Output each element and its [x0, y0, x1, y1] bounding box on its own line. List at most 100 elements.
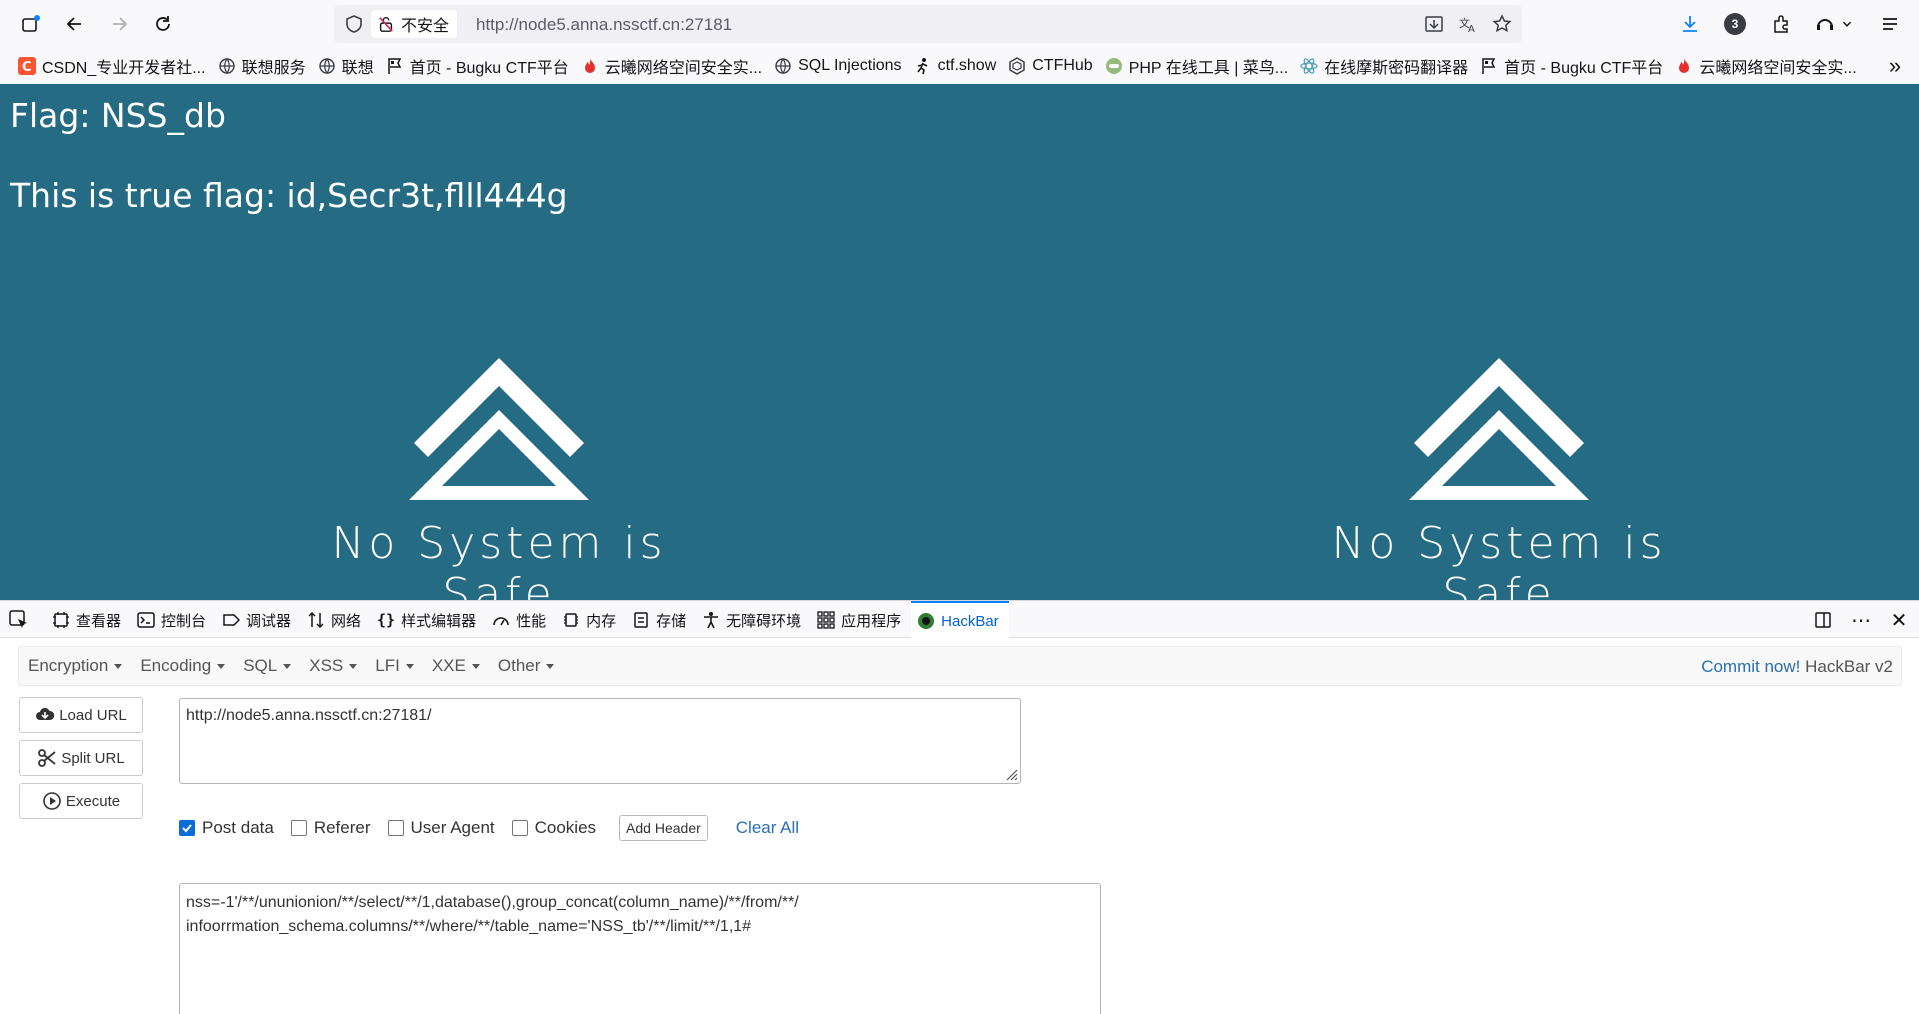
checkbox-unchecked[interactable] [511, 820, 528, 836]
insecure-connection-badge[interactable]: 不安全 [371, 10, 458, 38]
menu-label: Encryption [28, 656, 109, 675]
reload-icon[interactable] [148, 9, 178, 39]
menu-xxe[interactable]: XXE [423, 656, 489, 676]
tracking-shield-icon[interactable] [344, 14, 364, 34]
tab-performance[interactable]: 性能 [486, 601, 556, 639]
forward-icon[interactable] [104, 9, 134, 39]
tab-view-icon[interactable] [16, 9, 46, 39]
bookmark-label: 在线摩斯密码翻译器 [1324, 60, 1469, 77]
chevron-up-logo-icon [409, 358, 589, 500]
memory-icon [562, 611, 580, 629]
checkbox-unchecked[interactable] [387, 820, 404, 836]
flag-icon [386, 57, 404, 75]
tab-memory[interactable]: 内存 [556, 601, 626, 639]
button-label: Execute [65, 792, 121, 810]
extensions-icon[interactable] [1766, 9, 1796, 39]
hexagon-icon [1008, 57, 1026, 75]
post-data-checkbox[interactable]: Post data [179, 818, 274, 838]
bookmark-item[interactable]: CTFHub [1002, 52, 1098, 80]
bookmark-item[interactable]: 云曦网络空间安全实... [575, 52, 768, 80]
hackbar-version: HackBar v2 [1805, 657, 1893, 676]
execute-button[interactable]: Execute [19, 783, 143, 819]
save-page-icon[interactable] [1422, 12, 1446, 36]
nss-logo-right: No System is Safe [1289, 350, 1709, 600]
caret-down-icon [405, 663, 414, 669]
true-flag-text: This is true flag: id,Secr3t,flll444g [10, 176, 568, 215]
element-picker-icon[interactable] [8, 609, 30, 631]
address-bar[interactable]: 不安全 http://node5.anna.nssctf.cn:27181 文A [334, 5, 1522, 43]
menu-encryption[interactable]: Encryption [19, 656, 131, 676]
translate-icon[interactable]: 文A [1456, 12, 1480, 36]
inspector-icon [52, 611, 70, 629]
close-icon[interactable]: ✕ [1887, 608, 1911, 632]
commit-now-link[interactable]: Commit now! [1701, 657, 1800, 676]
tab-style-editor[interactable]: {} 样式编辑器 [371, 601, 486, 639]
post-data-line: nss=-1'/**/ununionion/**/select/**/1,dat… [186, 894, 799, 911]
bookmark-label: 云曦网络空间安全实... [604, 60, 763, 77]
downloads-icon[interactable] [1675, 9, 1705, 39]
bookmark-item[interactable]: 首页 - Bugku CTF平台 [1474, 52, 1669, 80]
cookies-checkbox[interactable]: Cookies [511, 818, 596, 838]
accessibility-icon [702, 611, 720, 629]
url-input[interactable]: http://node5.anna.nssctf.cn:27181/ [179, 698, 1021, 784]
bookmark-item[interactable]: 联想服务 [212, 52, 312, 80]
url-text[interactable]: http://node5.anna.nssctf.cn:27181 [476, 15, 732, 35]
bookmark-star-icon[interactable] [1490, 12, 1514, 36]
resize-handle-icon[interactable] [1004, 767, 1018, 781]
svg-text:C: C [22, 60, 32, 75]
checkbox-checked[interactable] [179, 820, 195, 836]
user-agent-checkbox[interactable]: User Agent [387, 818, 495, 838]
checkbox-unchecked[interactable] [290, 820, 307, 836]
tab-application[interactable]: 应用程序 [811, 601, 911, 639]
browser-toolbar: 不安全 http://node5.anna.nssctf.cn:27181 文A… [0, 0, 1919, 48]
split-url-button[interactable]: Split URL [19, 740, 143, 776]
tab-storage[interactable]: 存储 [626, 601, 696, 639]
extension-badge[interactable]: 3 [1724, 13, 1746, 35]
tab-network[interactable]: 网络 [301, 601, 371, 639]
tab-debugger[interactable]: 调试器 [216, 601, 301, 639]
more-options-icon[interactable]: ⋯ [1849, 608, 1873, 632]
dock-side-icon[interactable] [1811, 608, 1835, 632]
logo-caption: No System is Safe [331, 518, 667, 600]
tab-inspector[interactable]: 查看器 [46, 601, 131, 639]
bookmark-item[interactable]: SQL Injections [768, 52, 907, 80]
hackbar-icon [917, 612, 935, 630]
menu-other[interactable]: Other [489, 656, 564, 676]
bookmark-item[interactable]: 联想 [312, 52, 380, 80]
url-value: http://node5.anna.nssctf.cn:27181/ [186, 707, 432, 724]
scissors-icon [38, 749, 56, 767]
sync-account-icon[interactable] [1810, 9, 1840, 39]
caret-down-icon [546, 663, 555, 669]
menu-lfi[interactable]: LFI [366, 656, 423, 676]
clear-all-link[interactable]: Clear All [736, 818, 799, 838]
menu-sql[interactable]: SQL [234, 656, 300, 676]
bookmark-item[interactable]: C CSDN_专业开发者社... [12, 52, 212, 80]
bookmark-item[interactable]: 云曦网络空间安全实... [1669, 52, 1862, 80]
menu-encoding[interactable]: Encoding [131, 656, 234, 676]
post-data-input[interactable]: nss=-1'/**/ununionion/**/select/**/1,dat… [179, 883, 1101, 1014]
referer-checkbox[interactable]: Referer [290, 818, 371, 838]
checkbox-label: Referer [313, 818, 371, 837]
hackbar-panel: Encryption Encoding SQL XSS LFI XXE Othe… [0, 638, 1919, 1014]
menu-xss[interactable]: XSS [300, 656, 366, 676]
flag-text: Flag: NSS_db [10, 96, 226, 135]
svg-text:{}: {} [377, 611, 395, 629]
post-data-line: infoorrmation_schema.columns/**/where/**… [186, 918, 752, 935]
tab-console[interactable]: 控制台 [131, 601, 216, 639]
add-header-button[interactable]: Add Header [619, 815, 708, 841]
bookmark-item[interactable]: 在线摩斯密码翻译器 [1294, 52, 1474, 80]
logo-caption: No System is Safe [1331, 518, 1667, 600]
load-url-button[interactable]: Load URL [19, 697, 143, 733]
bookmark-item[interactable]: 首页 - Bugku CTF平台 [380, 52, 575, 80]
insecure-label: 不安全 [401, 18, 450, 35]
play-circle-icon [43, 792, 61, 810]
tab-hackbar[interactable]: HackBar [911, 601, 1009, 639]
bookmark-item[interactable]: PHP 在线工具 | 菜鸟... [1099, 52, 1294, 80]
chevron-down-icon[interactable] [1838, 9, 1856, 39]
bookmarks-overflow-icon[interactable]: » [1881, 52, 1909, 80]
menu-icon[interactable] [1875, 9, 1905, 39]
back-icon[interactable] [60, 9, 90, 39]
bookmark-item[interactable]: ctf.show [908, 52, 1003, 80]
caret-down-icon [217, 663, 226, 669]
tab-accessibility[interactable]: 无障碍环境 [696, 601, 811, 639]
